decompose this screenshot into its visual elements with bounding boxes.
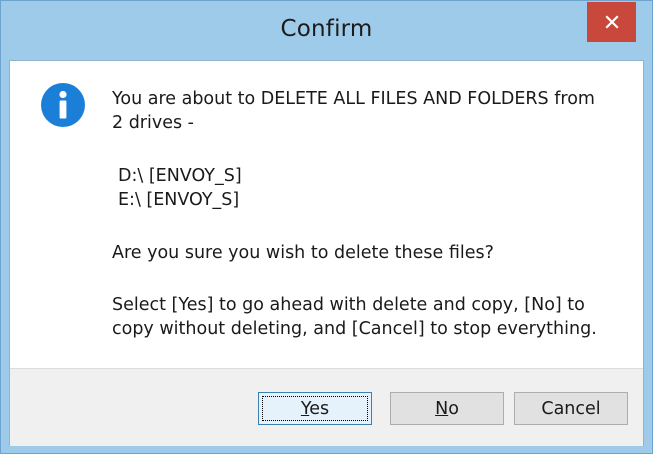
title-bar[interactable]: Confirm <box>1 1 652 61</box>
instruction-line-1: Select [Yes] to go ahead with delete and… <box>112 295 585 315</box>
message-line-1: You are about to DELETE ALL FILES AND FO… <box>112 89 595 109</box>
dialog-client-area: You are about to DELETE ALL FILES AND FO… <box>9 60 644 446</box>
confirm-dialog: Confirm You are about to DELETE ALL FILE… <box>0 0 653 454</box>
cancel-button[interactable]: Cancel <box>514 392 628 425</box>
yes-button[interactable]: Yes <box>258 392 372 425</box>
close-button[interactable] <box>587 2 636 42</box>
button-bar: Yes No Cancel <box>10 368 643 446</box>
message-area: You are about to DELETE ALL FILES AND FO… <box>10 61 643 367</box>
no-button-label: No <box>435 398 459 419</box>
confirm-question: Are you sure you wish to delete these fi… <box>112 243 494 263</box>
info-icon <box>41 83 85 127</box>
message-line-2: 2 drives - <box>112 113 194 133</box>
drive-entry-d: D:\ [ENVOY_S] <box>118 166 242 186</box>
no-button[interactable]: No <box>390 392 504 425</box>
window-title: Confirm <box>280 16 373 42</box>
yes-button-label: Yes <box>300 398 330 419</box>
drive-entry-e: E:\ [ENVOY_S] <box>118 190 240 210</box>
close-icon <box>604 15 619 29</box>
instruction-line-2: copy without deleting, and [Cancel] to s… <box>112 319 597 339</box>
cancel-button-label: Cancel <box>541 398 601 419</box>
